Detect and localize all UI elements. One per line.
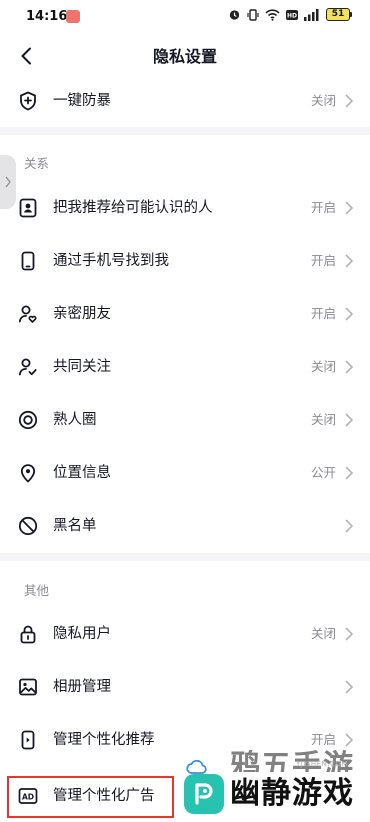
chevron-right-icon bbox=[344, 679, 354, 695]
setting-label: 熟人圈 bbox=[53, 412, 97, 428]
status-icons: HD 51 bbox=[228, 8, 352, 21]
section-header-relations: 关系 bbox=[24, 156, 50, 171]
edge-drawer-handle[interactable] bbox=[0, 155, 16, 209]
setting-label: 一键防暴 bbox=[53, 93, 111, 109]
signal-icon bbox=[304, 8, 320, 21]
phone-recommend-icon bbox=[18, 730, 38, 750]
chevron-right-icon bbox=[344, 626, 354, 642]
section-divider bbox=[0, 553, 370, 561]
lock-icon bbox=[18, 624, 38, 644]
status-time: 14:16 bbox=[26, 9, 68, 24]
setting-status: 开启 bbox=[310, 306, 336, 321]
chevron-right-icon bbox=[344, 412, 354, 428]
chevron-right-icon bbox=[344, 465, 354, 481]
wifi-icon bbox=[265, 8, 280, 21]
hd-icon: HD bbox=[286, 9, 298, 20]
setting-row-find-by-phone[interactable]: 通过手机号找到我 开启 bbox=[0, 235, 370, 287]
setting-row-album-manage[interactable]: 相册管理 bbox=[0, 661, 370, 713]
chevron-right-icon bbox=[344, 518, 354, 534]
setting-row-close-friends[interactable]: 亲密朋友 开启 bbox=[0, 288, 370, 340]
chevron-right-icon bbox=[344, 732, 354, 748]
status-bar: 14:16 HD 51 bbox=[0, 0, 370, 34]
chevron-right-icon bbox=[344, 253, 354, 269]
watermark: 鸦五手游 YJISHEN.COM 幽静游戏 bbox=[180, 750, 370, 822]
setting-row-private-user[interactable]: 隐私用户 关闭 bbox=[0, 608, 370, 660]
setting-status: 关闭 bbox=[310, 93, 336, 108]
circle-target-icon bbox=[18, 410, 38, 430]
setting-label: 把我推荐给可能认识的人 bbox=[53, 200, 213, 216]
setting-status: 关闭 bbox=[310, 626, 336, 641]
setting-label: 黑名单 bbox=[53, 518, 97, 534]
chevron-right-icon bbox=[344, 359, 354, 375]
chevron-right-icon bbox=[344, 93, 354, 109]
highlight-annotation-box bbox=[7, 776, 174, 818]
setting-row-mutual-follow[interactable]: 共同关注 关闭 bbox=[0, 341, 370, 393]
setting-row-anti-harass[interactable]: 一键防暴 关闭 bbox=[0, 75, 370, 127]
setting-row-blocklist[interactable]: 黑名单 bbox=[0, 500, 370, 552]
alarm-icon bbox=[228, 8, 241, 21]
chevron-right-icon bbox=[5, 176, 11, 188]
watermark-url: YJISHEN.COM bbox=[296, 760, 348, 768]
notification-app-icon bbox=[66, 10, 80, 23]
setting-label: 隐私用户 bbox=[53, 626, 111, 642]
setting-label: 亲密朋友 bbox=[53, 306, 111, 322]
block-icon bbox=[18, 516, 38, 536]
image-icon bbox=[18, 677, 38, 697]
setting-row-location[interactable]: 位置信息 公开 bbox=[0, 447, 370, 499]
watermark-brand: 幽静游戏 bbox=[230, 776, 354, 811]
setting-label: 相册管理 bbox=[53, 679, 111, 695]
setting-label: 通过手机号找到我 bbox=[53, 253, 169, 269]
user-check-icon bbox=[18, 357, 38, 377]
setting-status: 公开 bbox=[310, 465, 336, 480]
vibrate-icon bbox=[247, 8, 259, 21]
battery-level: 51 bbox=[326, 8, 350, 21]
section-header-others: 其他 bbox=[24, 583, 50, 598]
watermark-logo bbox=[184, 774, 224, 814]
setting-status: 关闭 bbox=[310, 359, 336, 374]
setting-row-acquaintance-circle[interactable]: 熟人圈 关闭 bbox=[0, 394, 370, 446]
setting-status: 开启 bbox=[310, 200, 336, 215]
setting-label: 管理个性化推荐 bbox=[53, 732, 155, 748]
setting-status: 开启 bbox=[310, 253, 336, 268]
location-pin-icon bbox=[18, 463, 38, 483]
section-divider bbox=[0, 127, 370, 135]
shield-plus-icon bbox=[18, 91, 38, 111]
setting-status: 开启 bbox=[310, 732, 336, 747]
nav-bar: 隐私设置 bbox=[0, 34, 370, 76]
chevron-right-icon bbox=[344, 306, 354, 322]
chevron-right-icon bbox=[344, 200, 354, 216]
setting-label: 位置信息 bbox=[53, 465, 111, 481]
user-heart-icon bbox=[18, 304, 38, 324]
phone-icon bbox=[18, 251, 38, 271]
setting-row-recommend-me[interactable]: 把我推荐给可能认识的人 开启 bbox=[0, 182, 370, 234]
svg-text:HD: HD bbox=[287, 12, 297, 19]
page-title: 隐私设置 bbox=[152, 47, 217, 66]
setting-status: 关闭 bbox=[310, 412, 336, 427]
setting-label: 共同关注 bbox=[53, 359, 111, 375]
contact-card-icon bbox=[18, 198, 38, 218]
battery-icon: 51 bbox=[326, 8, 352, 21]
